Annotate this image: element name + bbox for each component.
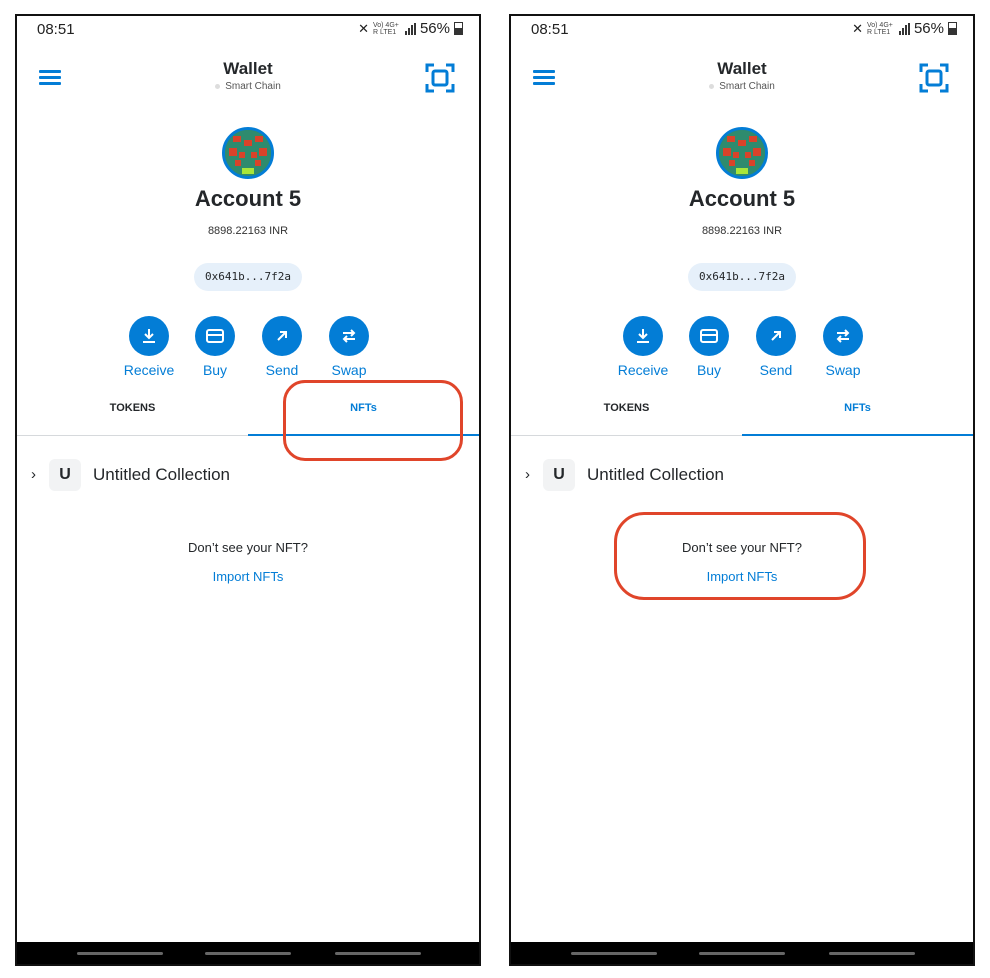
status-time: 08:51: [531, 21, 569, 38]
buy-label: Buy: [696, 362, 722, 378]
highlight-annotation: [614, 512, 866, 600]
tab-tokens[interactable]: TOKENS: [17, 396, 248, 436]
account-name: Account 5: [688, 186, 796, 211]
tab-nfts[interactable]: NFTs: [742, 396, 973, 436]
send-button[interactable]: Send: [746, 316, 806, 378]
network-indicator: Vo) 4G+ R LTE1: [866, 21, 893, 36]
phone-screen-right: 08:51 ✕ Vo) 4G+ R LTE1 56% Wallet Smart …: [509, 14, 975, 966]
receive-label: Receive: [617, 362, 669, 378]
page-title: Wallet: [717, 59, 767, 78]
network-title[interactable]: Wallet Smart Chain: [511, 59, 973, 92]
account-name: Account 5: [194, 186, 302, 211]
network-name: Smart Chain: [511, 81, 973, 92]
collection-badge: U: [49, 459, 81, 491]
app-header: Wallet Smart Chain: [17, 46, 479, 106]
buy-label: Buy: [202, 362, 228, 378]
system-navbar: [511, 942, 973, 964]
send-label: Send: [759, 362, 793, 378]
nft-help: Don’t see your NFT? Import NFTs: [17, 540, 479, 584]
nft-collection-row[interactable]: › U Untitled Collection: [17, 456, 479, 496]
qr-scan-icon[interactable]: [425, 63, 455, 93]
status-bar: 08:51 ✕ Vo) 4G+ R LTE1 56%: [511, 16, 973, 46]
chevron-right-icon: ›: [31, 466, 36, 483]
action-row: Receive Buy Send Swap: [511, 316, 973, 386]
account-avatar[interactable]: [716, 127, 768, 179]
qr-scan-icon[interactable]: [919, 63, 949, 93]
battery-icon: [948, 22, 957, 35]
swap-arrows-icon: [823, 316, 863, 356]
account-balance: 8898.22163 INR: [207, 225, 289, 237]
chevron-right-icon: ›: [525, 466, 530, 483]
app-header: Wallet Smart Chain: [511, 46, 973, 106]
highlight-annotation: [283, 380, 463, 461]
status-bar: 08:51 ✕ Vo) 4G+ R LTE1 56%: [17, 16, 479, 46]
swap-button[interactable]: Swap: [813, 316, 873, 378]
network-indicator: Vo) 4G+ R LTE1: [372, 21, 399, 36]
battery-percent: 56%: [913, 20, 944, 37]
status-time: 08:51: [37, 21, 75, 38]
buy-button[interactable]: Buy: [185, 316, 245, 378]
collection-name: Untitled Collection: [93, 465, 231, 484]
receive-button[interactable]: Receive: [613, 316, 673, 378]
battery-icon: [454, 22, 463, 35]
mute-icon: ✕: [358, 20, 369, 36]
account-address[interactable]: 0x641b...7f2a: [688, 263, 796, 291]
collection-badge: U: [543, 459, 575, 491]
account-balance: 8898.22163 INR: [701, 225, 783, 237]
account-avatar[interactable]: [222, 127, 274, 179]
action-row: Receive Buy Send Swap: [17, 316, 479, 386]
asset-tabs: TOKENS NFTs: [511, 396, 973, 436]
nft-collection-row[interactable]: › U Untitled Collection: [511, 456, 973, 496]
collection-name: Untitled Collection: [587, 465, 725, 484]
buy-button[interactable]: Buy: [679, 316, 739, 378]
network-title[interactable]: Wallet Smart Chain: [17, 59, 479, 92]
mute-icon: ✕: [852, 20, 863, 36]
network-label: Smart Chain: [719, 81, 775, 92]
tab-tokens[interactable]: TOKENS: [511, 396, 742, 436]
status-icons: ✕ Vo) 4G+ R LTE1 56%: [852, 20, 957, 37]
account-address[interactable]: 0x641b...7f2a: [194, 263, 302, 291]
swap-label: Swap: [331, 362, 367, 378]
nft-help-question: Don’t see your NFT?: [188, 540, 308, 555]
network-dot-icon: [215, 83, 221, 89]
network-label: Smart Chain: [225, 81, 281, 92]
send-label: Send: [265, 362, 299, 378]
card-icon: [689, 316, 729, 356]
card-icon: [195, 316, 235, 356]
send-button[interactable]: Send: [252, 316, 312, 378]
download-arrow-icon: [623, 316, 663, 356]
battery-percent: 56%: [419, 20, 450, 37]
swap-arrows-icon: [329, 316, 369, 356]
phone-screen-left: 08:51 ✕ Vo) 4G+ R LTE1 56% Wallet Smart …: [15, 14, 481, 966]
page-title: Wallet: [223, 59, 273, 78]
status-icons: ✕ Vo) 4G+ R LTE1 56%: [358, 20, 463, 37]
network-dot-icon: [709, 83, 715, 89]
swap-button[interactable]: Swap: [319, 316, 379, 378]
receive-button[interactable]: Receive: [119, 316, 179, 378]
avatar-identicon: [225, 130, 271, 176]
arrow-up-right-icon: [756, 316, 796, 356]
import-nfts-link[interactable]: Import NFTs: [17, 569, 479, 584]
system-navbar: [17, 942, 479, 964]
avatar-identicon: [719, 130, 765, 176]
receive-label: Receive: [123, 362, 175, 378]
signal-icon: [898, 22, 910, 35]
network-name: Smart Chain: [17, 81, 479, 92]
download-arrow-icon: [129, 316, 169, 356]
swap-label: Swap: [825, 362, 861, 378]
signal-icon: [404, 22, 416, 35]
arrow-up-right-icon: [262, 316, 302, 356]
